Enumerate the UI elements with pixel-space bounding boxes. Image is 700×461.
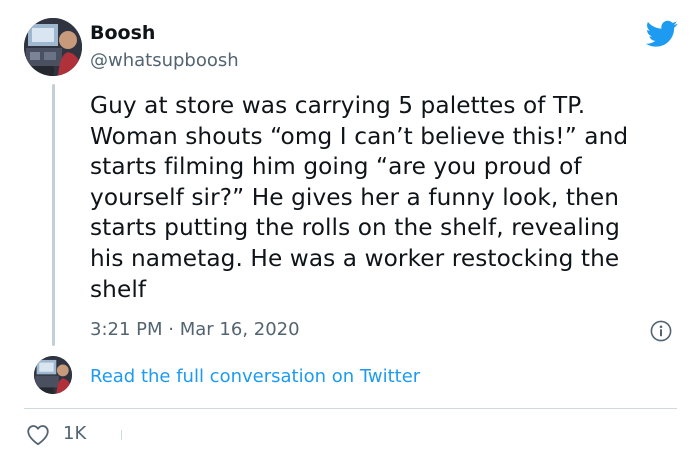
tweet-body-text: Guy at store was carrying 5 palettes of … [90,92,629,303]
action-separator [121,430,122,440]
read-conversation-link[interactable]: Read the full conversation on Twitter [90,366,420,387]
thread-connector-line [52,84,55,346]
tweet-timestamp[interactable]: 3:21 PM · Mar 16, 2020 [90,319,300,340]
twitter-bird-icon[interactable] [646,20,678,48]
tweet-date[interactable]: Mar 16, 2020 [180,319,300,340]
info-icon[interactable] [650,320,672,342]
like-count[interactable]: 1K [63,423,86,444]
author-avatar-small[interactable] [34,356,72,394]
divider [24,408,677,409]
meta-separator: · [168,319,174,340]
heart-icon[interactable] [26,424,50,446]
tweet-time[interactable]: 3:21 PM [90,319,163,340]
author-avatar[interactable] [24,18,82,76]
author-display-name[interactable]: Boosh [90,22,155,44]
author-handle[interactable]: @whatsupboosh [90,50,239,71]
